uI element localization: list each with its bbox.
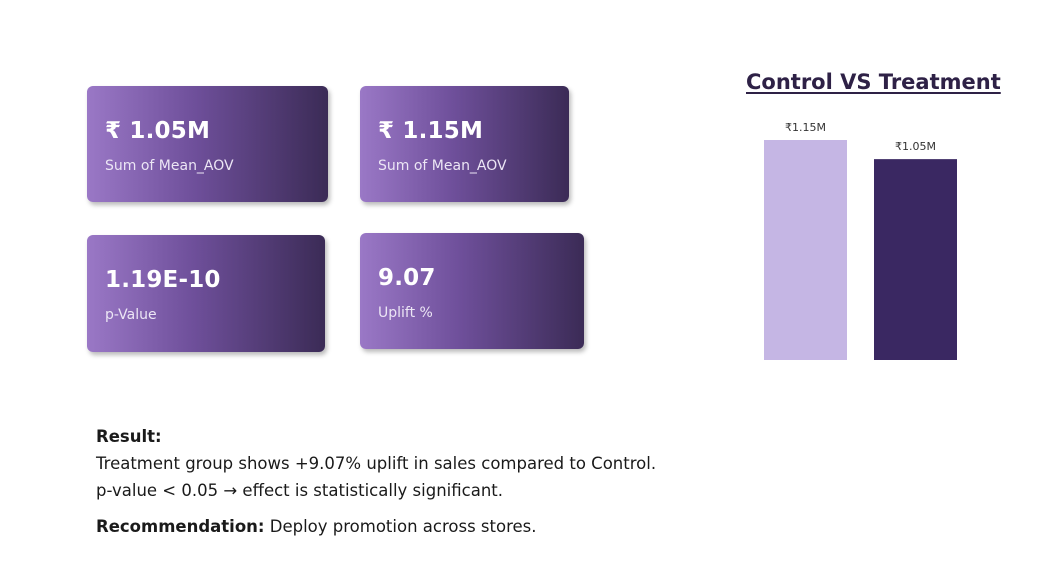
- result-heading: Result:: [96, 427, 162, 446]
- recommendation-heading: Recommendation:: [96, 517, 265, 536]
- result-line-uplift: Treatment group shows +9.07% uplift in s…: [96, 454, 657, 473]
- bar-data-label-0: ₹1.15M: [785, 121, 826, 134]
- recommendation-text: Deploy promotion across stores.: [264, 517, 537, 536]
- bar-0: [764, 140, 847, 360]
- recommendation: Recommendation: Deploy promotion across …: [96, 517, 537, 536]
- bar-data-label-1: ₹1.05M: [895, 140, 936, 153]
- result-line-pvalue: p-value < 0.05 → effect is statistically…: [96, 481, 503, 500]
- result-section: Result: Treatment group shows +9.07% upl…: [96, 423, 736, 504]
- bar-1: [874, 159, 957, 360]
